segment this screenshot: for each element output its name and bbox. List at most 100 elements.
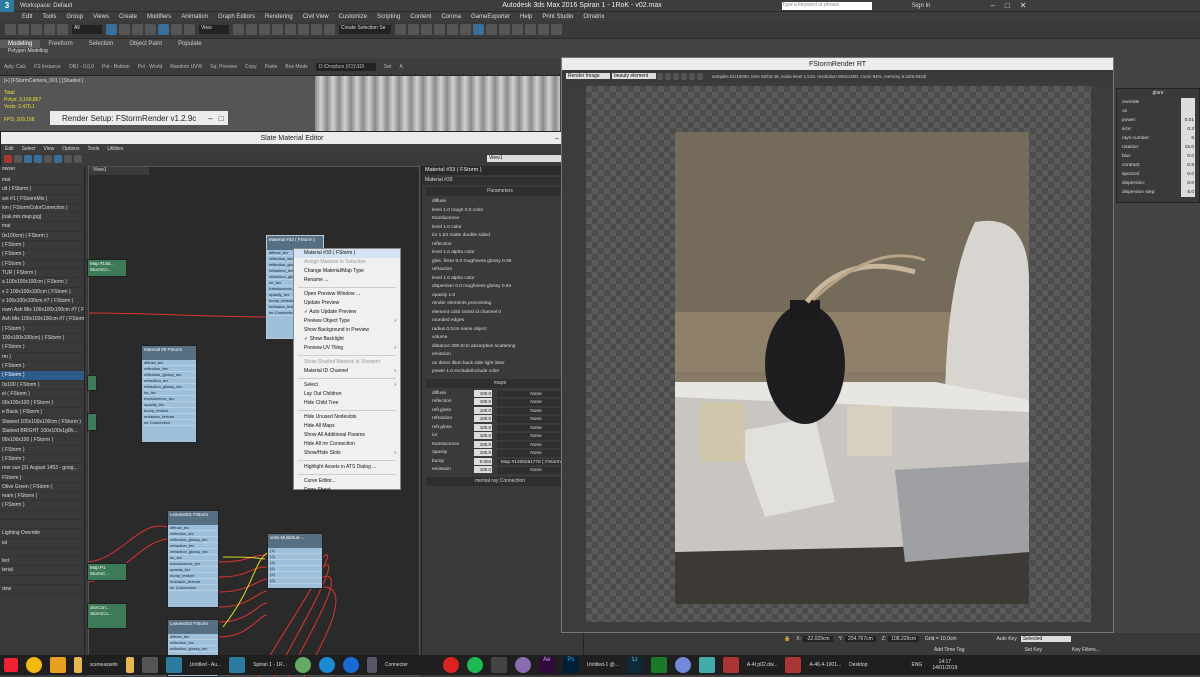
slate-minimize-button[interactable]: – — [555, 135, 559, 142]
browser-item[interactable]: ream ( FStorm ) — [0, 492, 84, 502]
map-row[interactable]: emission 100.0 None — [422, 466, 578, 475]
workspace-selector[interactable]: Workspace: Default — [20, 3, 72, 9]
tab-modeling[interactable]: Modeling — [0, 39, 41, 48]
material-editor-icon[interactable] — [473, 24, 484, 35]
set-key-button[interactable]: Set Key — [1024, 647, 1042, 653]
window-crossing-icon[interactable] — [145, 24, 156, 35]
browser-item[interactable]: Lighting Override — [0, 529, 84, 539]
tool-obj-origin[interactable]: OBJ - 0,0,0 — [69, 64, 94, 70]
sign-in-button[interactable]: Sign In — [912, 3, 931, 9]
map-row[interactable]: refraction 100.0 None — [422, 415, 578, 424]
after-effects-icon[interactable]: Ae — [538, 657, 555, 673]
davinci-icon[interactable] — [514, 657, 531, 673]
browser-item[interactable]: 00x100x100 ( FStorm ) — [0, 399, 84, 409]
browser-item[interactable]: set #1 ( FStormMix ) — [0, 195, 84, 204]
browser-item[interactable]: el ( FStorm ) — [0, 390, 84, 400]
param-row[interactable]: glos. fresn 0.0 roughness glossy 0.96 — [422, 258, 578, 267]
param-row[interactable]: power 1.0 exclude/include color — [422, 368, 578, 377]
node-material-8[interactable]: Material #8 FStorm diffuse_tex reflectio… — [141, 345, 197, 443]
slate-menu-utilities[interactable]: Utilities — [107, 146, 123, 152]
context-menu-item[interactable]: Show All Additional Params — [294, 431, 400, 440]
menu-content[interactable]: Content — [410, 14, 431, 20]
menu-civil-view[interactable]: Civil View — [303, 14, 329, 20]
context-menu-item[interactable]: Show Background in Preview — [294, 326, 400, 335]
reference-coordinate-dropdown[interactable]: View — [199, 25, 229, 34]
context-menu-item[interactable]: Material #33 ( FStorm ) — [294, 249, 400, 258]
slate-menu-view[interactable]: View — [44, 146, 55, 152]
browser-item[interactable]: terial — [0, 566, 84, 576]
terminal-icon[interactable] — [490, 657, 507, 673]
map-amount[interactable]: 100.0 — [474, 466, 492, 473]
taskbar-sceneassets[interactable]: sceneassets — [90, 662, 118, 668]
param-row[interactable]: level 1.0 color — [422, 224, 578, 233]
render-production-icon[interactable] — [512, 24, 523, 35]
autocad2-icon[interactable] — [785, 657, 802, 673]
tool-box-mode[interactable]: Box Mode — [285, 64, 308, 70]
param-row[interactable]: radius 0.0cm same object — [422, 326, 578, 335]
param-row[interactable]: volume — [422, 334, 578, 343]
add-time-tag[interactable]: Add Time Tag — [934, 647, 964, 653]
glare-row[interactable]: rotation: 15.0 — [1117, 143, 1199, 152]
render-setup-maximize[interactable]: □ — [219, 114, 224, 123]
taskbar-spiran[interactable]: Spiran 1 - 1R... — [253, 662, 287, 668]
select-by-name-icon[interactable] — [119, 24, 130, 35]
glare-value[interactable]: 0.0 — [1181, 152, 1195, 161]
context-menu-item[interactable]: Hide All Maps — [294, 422, 400, 431]
render-setup-window[interactable]: Render Setup: FStormRender v1.2.9c – □ — [50, 111, 228, 125]
browser-item[interactable]: ( FStorm ) — [0, 501, 84, 511]
start-icon[interactable] — [4, 658, 18, 672]
context-menu-item[interactable]: Hide Unused Nodeslots — [294, 413, 400, 422]
selection-filter-dropdown[interactable]: All — [72, 25, 102, 34]
recorder-icon[interactable] — [294, 657, 311, 673]
tool-random-uvw[interactable]: Random UVW — [170, 64, 202, 70]
browser-item[interactable]: mat — [0, 222, 84, 232]
node-leaves001[interactable]: Leaves001 FStorm diffuse_tex reflection_… — [167, 510, 219, 608]
mail-icon[interactable] — [50, 657, 66, 673]
tool-copy[interactable]: Copy — [245, 64, 257, 70]
param-row[interactable]: ior 1.53 matte double sided — [422, 232, 578, 241]
lightroom-icon[interactable]: Lr — [626, 657, 643, 673]
node-map-145[interactable]: Map #145... StormCo... — [87, 259, 127, 277]
browser-item[interactable]: mat — [0, 176, 84, 186]
browser-item[interactable]: ( FStorm ) — [0, 241, 84, 251]
max2-icon[interactable] — [229, 657, 246, 673]
connecter-icon[interactable] — [366, 657, 377, 673]
hide-unused-icon[interactable] — [74, 154, 82, 163]
browser-item[interactable]: ( FStorm ) — [0, 362, 84, 372]
glare-value[interactable] — [1181, 107, 1195, 116]
edit-named-selection-icon[interactable] — [324, 24, 335, 35]
browser-item[interactable]: e Basic ( FStorm ) — [0, 408, 84, 418]
viewport[interactable]: [+] [FStormCamera_001 ] [Shaded ] Total … — [0, 76, 560, 136]
browser-item[interactable]: 00x100x100 ( FStorm ) — [0, 436, 84, 446]
map-amount[interactable]: 100.0 — [474, 432, 492, 439]
script-icon[interactable] — [551, 24, 562, 35]
render-setup-icon[interactable] — [486, 24, 497, 35]
tool-sq-preview[interactable]: Sq. Preview — [210, 64, 237, 70]
rollout-mental-ray[interactable]: mental ray Connection — [426, 476, 574, 486]
browser-item[interactable]: Stained BRIGHT 100x100x1g0h... — [0, 427, 84, 437]
menu-edit[interactable]: Edit — [22, 14, 32, 20]
language-indicator[interactable]: ENG — [911, 662, 922, 668]
param-row[interactable]: level 1.0 alpha color — [422, 249, 578, 258]
browser-item[interactable]: rown Ash Mix 100x100x100cm #7 ( FStorm ) — [0, 306, 84, 316]
browser-item[interactable] — [0, 576, 84, 586]
context-menu-item[interactable]: ✓ Show Backlight — [294, 335, 400, 344]
menu-customize[interactable]: Customize — [339, 14, 367, 20]
context-menu-item[interactable]: Rename ... — [294, 276, 400, 285]
context-menu-item[interactable]: Show Shaded Material in Viewport — [294, 358, 400, 367]
rotate-icon[interactable] — [171, 24, 182, 35]
delete-icon[interactable] — [4, 154, 12, 163]
browser-item[interactable]: ( FStorm ) — [0, 343, 84, 353]
browser-item[interactable]: ( FStorm ) — [0, 446, 84, 455]
param-row[interactable]: dispersion 0.0 roughness glossy 0.94 — [422, 283, 578, 292]
tool-pvt-bottom[interactable]: Pvt - Bottom — [102, 64, 130, 70]
glare-value[interactable]: 15.0 — [1181, 143, 1195, 152]
percent-snap-icon[interactable] — [298, 24, 309, 35]
taskbar-untitled-ps[interactable]: Untitled-1 @... — [587, 662, 619, 668]
tool-aply-calc[interactable]: Aply. Calc — [4, 64, 26, 70]
pick-material-icon[interactable] — [14, 154, 22, 163]
select-object-icon[interactable] — [106, 24, 117, 35]
menu-create[interactable]: Create — [119, 14, 137, 20]
tool-a[interactable]: A — [399, 64, 402, 70]
mirror-icon[interactable] — [395, 24, 406, 35]
